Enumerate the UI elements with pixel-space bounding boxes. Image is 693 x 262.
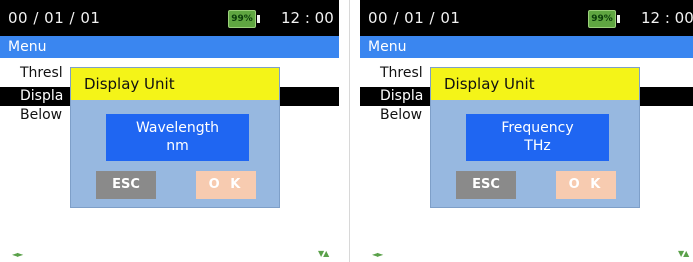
panel-divider (349, 0, 350, 262)
unit-value-selector[interactable]: Wavelength nm (106, 114, 249, 161)
status-time: 12 : 00 (641, 9, 693, 27)
battery-icon: 99% (228, 10, 260, 28)
menu-title: Menu (0, 36, 339, 58)
unit-value-name: Wavelength (135, 120, 220, 136)
unit-value-unit: THz (524, 138, 551, 154)
device-screen-wavelength: 00 / 01 / 01 99% 12 : 00 Menu Thresl Dis… (0, 0, 339, 262)
display-unit-dialog: Display Unit Wavelength nm ESC O K (70, 67, 280, 208)
up-down-arrows-icon: ▼▲ (678, 249, 689, 258)
up-down-arrows-icon: ▼▲ (318, 249, 329, 258)
battery-tip (617, 15, 620, 23)
unit-value-name: Frequency (501, 120, 574, 136)
status-date: 00 / 01 / 01 (368, 9, 461, 27)
display-unit-dialog: Display Unit Frequency THz ESC O K (430, 67, 640, 208)
status-bar: 00 / 01 / 01 99% 12 : 00 (360, 0, 693, 36)
battery-tip (257, 15, 260, 23)
left-right-arrows-icon: ◄► (12, 250, 23, 259)
unit-value-unit: nm (166, 138, 189, 154)
menu-title: Menu (360, 36, 693, 58)
status-time: 12 : 00 (281, 9, 334, 27)
ok-button[interactable]: O K (196, 171, 256, 199)
esc-button[interactable]: ESC (96, 171, 156, 199)
battery-level: 99% (588, 10, 616, 28)
unit-value-selector[interactable]: Frequency THz (466, 114, 609, 161)
battery-icon: 99% (588, 10, 620, 28)
status-date: 00 / 01 / 01 (8, 9, 101, 27)
dialog-title: Display Unit (431, 68, 639, 100)
battery-level: 99% (228, 10, 256, 28)
ok-button[interactable]: O K (556, 171, 616, 199)
esc-button[interactable]: ESC (456, 171, 516, 199)
device-screen-frequency: 00 / 01 / 01 99% 12 : 00 Menu Thresl Dis… (360, 0, 693, 262)
dialog-title: Display Unit (71, 68, 279, 100)
status-bar: 00 / 01 / 01 99% 12 : 00 (0, 0, 339, 36)
left-right-arrows-icon: ◄► (372, 250, 383, 259)
